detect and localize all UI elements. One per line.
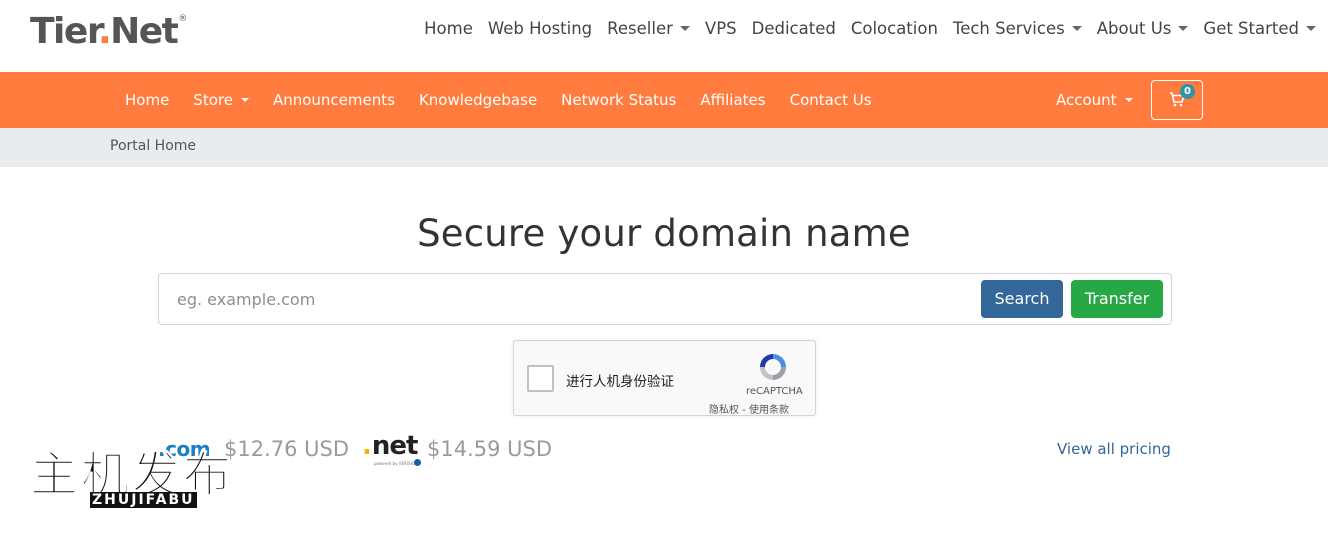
top-nav-vps[interactable]: VPS <box>705 19 737 38</box>
main-nav-label: Network Status <box>561 91 677 109</box>
captcha-privacy-terms-links[interactable]: 隐私权 - 使用条款 <box>709 401 789 416</box>
net-tld-dot: . <box>362 431 372 461</box>
top-nav-label: Web Hosting <box>487 18 593 38</box>
net-powered-by: powered by VERISIGN <box>374 461 418 466</box>
account-menu[interactable]: Account <box>1056 72 1133 128</box>
recaptcha-brand: reCAPTCHA <box>746 386 803 397</box>
top-nav-get-started[interactable]: Get Started <box>1203 19 1316 38</box>
chevron-down-icon <box>679 25 690 31</box>
cart-button[interactable]: 0 <box>1151 80 1203 120</box>
chevron-down-icon <box>1306 25 1316 31</box>
top-nav-label: Reseller <box>607 18 673 38</box>
cart-count-badge: 0 <box>1180 84 1195 99</box>
logo-text: Tier.Net <box>30 11 179 52</box>
chevron-down-icon <box>240 98 249 102</box>
net-tld-logo: .net powered by VERISIGN <box>362 431 421 466</box>
view-all-pricing-link[interactable]: View all pricing <box>1057 440 1171 458</box>
top-nav-colocation[interactable]: Colocation <box>851 19 938 38</box>
tiernet-logo[interactable]: Tier.Net ® <box>30 12 187 52</box>
breadcrumb-portal-home[interactable]: Portal Home <box>110 138 196 154</box>
top-nav-about-us[interactable]: About Us <box>1097 19 1189 38</box>
top-nav-label: VPS <box>704 18 737 38</box>
main-nav-bar: Home Store Announcements Knowledgebase Netwo… <box>0 72 1328 128</box>
main-nav: Home Store Announcements Knowledgebase Netwo… <box>125 72 896 128</box>
top-nav-dedicated[interactable]: Dedicated <box>752 19 836 38</box>
account-label: Account <box>1056 91 1117 109</box>
breadcrumb: Portal Home <box>0 128 1328 167</box>
logo-dot: . <box>97 11 112 52</box>
net-price: $14.59 USD <box>427 437 553 461</box>
main-nav-label: Store <box>193 91 233 109</box>
top-nav-label: About Us <box>1096 18 1172 38</box>
logo-registered-mark: ® <box>178 14 188 24</box>
main-nav-label: Knowledgebase <box>418 91 538 109</box>
net-tld-word: net <box>371 431 419 461</box>
main-nav-announcements[interactable]: Announcements <box>273 91 395 109</box>
main-nav-label: Contact Us <box>789 91 872 109</box>
chevron-down-icon <box>1178 25 1189 31</box>
top-nav-label: Home <box>424 18 473 38</box>
top-nav-label: Get Started <box>1203 18 1299 38</box>
top-header: Tier.Net ® Home Web Hosting Reseller VPS Ded… <box>0 0 1328 72</box>
logo-tail: Net <box>110 11 179 52</box>
captcha-label: 进行人机身份验证 <box>566 374 674 390</box>
top-nav-home[interactable]: Home <box>424 19 473 38</box>
recaptcha-widget: 进行人机身份验证 reCAPTCHA 隐私权 - 使用条款 <box>513 340 816 416</box>
main-nav-contact-us[interactable]: Contact Us <box>790 91 872 109</box>
page-title: Secure your domain name <box>417 212 911 255</box>
main-nav-knowledgebase[interactable]: Knowledgebase <box>419 91 537 109</box>
main-nav-home[interactable]: Home <box>125 91 169 109</box>
logo-main: Tier <box>30 11 99 52</box>
main-nav-label: Affiliates <box>700 91 766 109</box>
chevron-down-icon <box>1124 98 1133 102</box>
top-nav-web-hosting[interactable]: Web Hosting <box>488 19 592 38</box>
top-nav-tech-services[interactable]: Tech Services <box>953 19 1082 38</box>
top-nav: Home Web Hosting Reseller VPS Dedicated Coloc… <box>409 14 1316 42</box>
main-nav-affiliates[interactable]: Affiliates <box>700 91 765 109</box>
domain-search-form: Search Transfer <box>158 273 1172 325</box>
chevron-down-icon <box>1071 25 1082 31</box>
top-nav-label: Tech Services <box>952 18 1065 38</box>
captcha-checkbox[interactable] <box>527 365 554 392</box>
recaptcha-logo-icon <box>760 354 786 380</box>
verisign-check-icon <box>414 459 421 466</box>
domain-search-input[interactable] <box>160 275 975 323</box>
top-nav-label: Dedicated <box>751 18 836 38</box>
main-nav-store[interactable]: Store <box>193 91 249 109</box>
main-nav-label: Announcements <box>272 91 395 109</box>
main-nav-network-status[interactable]: Network Status <box>561 91 676 109</box>
top-nav-reseller[interactable]: Reseller <box>607 19 690 38</box>
main-nav-label: Home <box>125 91 170 109</box>
com-price: $12.76 USD <box>224 437 350 461</box>
top-nav-label: Colocation <box>850 18 938 38</box>
watermark-english: ZHUJIFABU <box>90 492 197 508</box>
transfer-button[interactable]: Transfer <box>1071 280 1163 318</box>
search-button[interactable]: Search <box>981 280 1063 318</box>
watermark: 主机发布 ZHUJIFABU <box>29 447 235 509</box>
